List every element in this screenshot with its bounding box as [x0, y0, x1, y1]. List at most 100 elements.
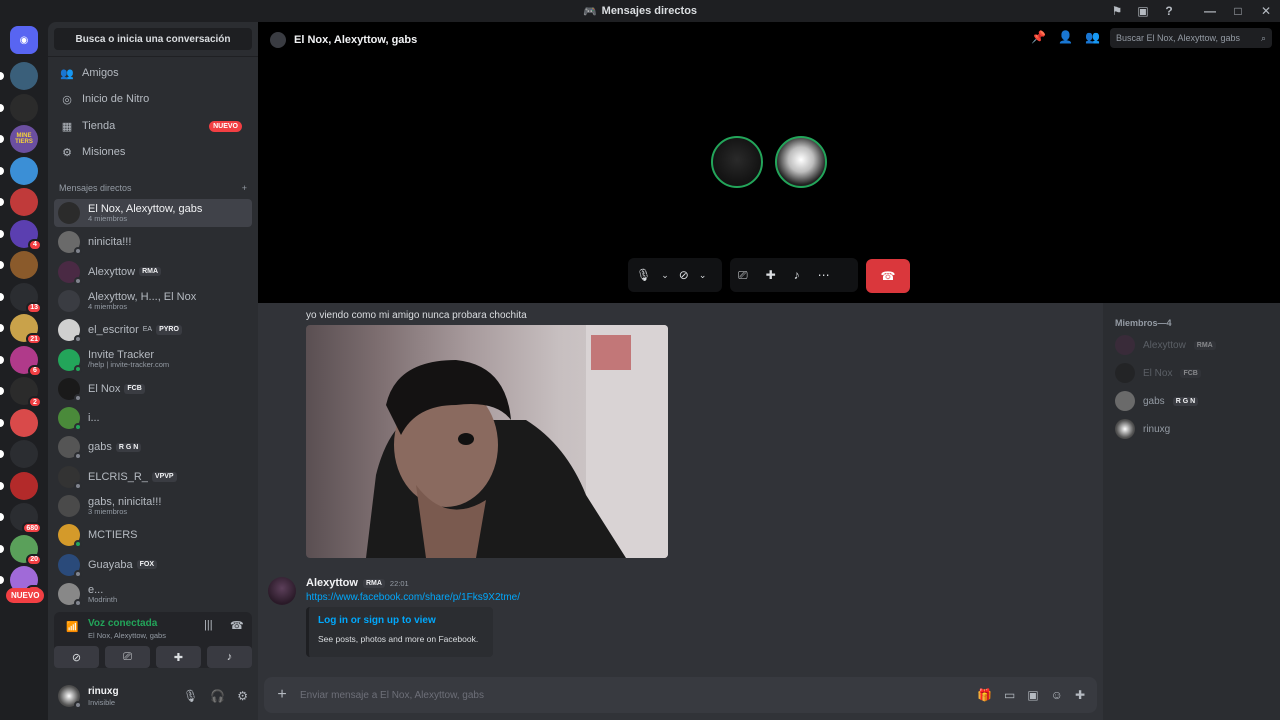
nav-shop[interactable]: ▦ Tienda NUEVO — [54, 114, 252, 138]
attach-icon[interactable]: + — [264, 686, 300, 704]
activities-icon[interactable]: ✚ — [766, 268, 776, 282]
member-item[interactable]: gabs R G N — [1115, 391, 1199, 411]
emoji-icon[interactable]: ☺ — [1051, 688, 1063, 702]
chevron-down-icon[interactable]: ⌄ — [661, 270, 669, 281]
dm-item[interactable]: ninicita!!! — [54, 228, 252, 256]
user-name[interactable]: rinuxg — [88, 686, 119, 698]
dm-item[interactable]: Invite Tracker/help | invite-tracker.com — [54, 346, 252, 374]
nav-nitro[interactable]: ◎ Inicio de Nitro — [54, 87, 252, 111]
unread-pill — [0, 135, 4, 143]
nav-friends[interactable]: 👥 Amigos — [54, 61, 252, 85]
camera-off-button[interactable]: ⊘ — [54, 646, 99, 668]
screen-share-button[interactable]: ⎚ — [105, 646, 150, 668]
disconnect-icon[interactable]: ☎ — [230, 619, 244, 632]
nav-quests[interactable]: ⚙ Misiones — [54, 140, 252, 164]
activities-button[interactable]: ✚ — [156, 646, 201, 668]
dm-item[interactable]: el_escritor EA PYRO — [54, 316, 252, 344]
flag-icon[interactable]: ⚑ — [1104, 4, 1130, 18]
member-item[interactable]: rinuxg — [1115, 419, 1170, 439]
dm-item[interactable]: Guayaba FOX — [54, 551, 252, 579]
gif-icon[interactable]: ▭ — [1004, 688, 1015, 702]
dm-item[interactable]: El Nox FCB — [54, 375, 252, 403]
dm-item[interactable]: i... — [54, 404, 252, 432]
apps-icon[interactable]: ✚ — [1075, 688, 1085, 702]
message-input[interactable]: Enviar mensaje a El Nox, Alexyttow, gabs — [300, 690, 484, 701]
settings-icon[interactable]: ⚙ — [237, 689, 248, 703]
more-icon[interactable]: ⋯ — [818, 268, 830, 282]
server-icon[interactable] — [0, 93, 38, 122]
server-icon[interactable] — [0, 408, 38, 437]
server-icon[interactable] — [0, 471, 38, 500]
server-icon[interactable]: 13 — [0, 282, 42, 314]
dm-item[interactable]: gabs R G N — [54, 433, 252, 461]
microphone-icon[interactable]: 🎙 — [183, 689, 198, 703]
help-icon[interactable]: ? — [1156, 4, 1182, 18]
headphones-icon[interactable]: 🎧 — [210, 689, 225, 703]
server-icon[interactable] — [0, 156, 38, 185]
server-icon[interactable]: 20 — [0, 534, 42, 566]
member-item[interactable]: El Nox FCB — [1115, 363, 1201, 383]
avatar — [58, 289, 80, 312]
add-dm-icon[interactable]: + — [242, 183, 247, 193]
dm-item[interactable]: El Nox, Alexyttow, gabs 4 miembros — [54, 199, 252, 227]
nitro-icon: ◎ — [62, 93, 72, 106]
hang-up-button[interactable]: ☎ — [866, 259, 910, 293]
inbox-icon[interactable]: ▣ — [1130, 4, 1156, 18]
server-icon[interactable]: 2 — [0, 377, 42, 408]
dm-name-text: El Nox — [88, 382, 121, 395]
server-icon[interactable] — [0, 440, 38, 468]
dm-item[interactable]: e... Modrinth — [54, 580, 252, 608]
screen-share-icon: ⎚ — [123, 650, 132, 663]
voice-channel[interactable]: El Nox, Alexyttow, gabs — [88, 631, 166, 640]
embed-title[interactable]: Log in or sign up to view — [318, 615, 436, 626]
server-icon[interactable]: MINE TIERS — [0, 125, 38, 153]
avatar[interactable] — [268, 577, 296, 605]
server-icon[interactable] — [0, 251, 38, 279]
add-member-icon[interactable]: 👤 — [1058, 30, 1073, 44]
link-embed: Log in or sign up to view See posts, pho… — [306, 607, 493, 657]
member-list-icon[interactable]: 👥 — [1085, 30, 1100, 44]
server-icon[interactable] — [0, 188, 38, 216]
voice-status[interactable]: Voz conectada — [88, 618, 157, 629]
call-participant-avatar[interactable] — [775, 136, 827, 188]
unread-pill — [0, 261, 4, 269]
noise-suppression-icon[interactable]: ||| — [204, 619, 213, 631]
search-conversation-button[interactable]: Busca o inicia una conversación — [54, 28, 252, 50]
sticker-icon[interactable]: ▣ — [1027, 688, 1038, 702]
server-icon[interactable]: 21 — [0, 314, 42, 345]
message-link[interactable]: https://www.facebook.com/share/p/1Fks9X2… — [306, 592, 520, 603]
microphone-icon[interactable]: 🎙 — [636, 268, 651, 282]
dm-name: Alexyttow RMA — [88, 266, 162, 278]
dm-item[interactable]: MCTIERS — [54, 521, 252, 549]
chevron-down-icon[interactable]: ⌄ — [699, 270, 707, 281]
gift-icon[interactable]: 🎁 — [977, 688, 992, 702]
screen-share-icon[interactable]: ⎚ — [738, 268, 748, 283]
member-name: El Nox — [1143, 367, 1173, 379]
attached-image[interactable] — [306, 325, 668, 558]
member-name: gabs — [1143, 395, 1165, 407]
home-button[interactable]: ◉ — [10, 26, 38, 54]
pin-icon[interactable]: 📌 — [1031, 30, 1046, 44]
unread-pill — [0, 355, 4, 364]
camera-off-icon[interactable]: ⊘ — [679, 268, 689, 282]
author-name[interactable]: Alexyttow — [306, 577, 358, 589]
server-icon[interactable] — [0, 62, 38, 90]
call-participant-avatar[interactable] — [711, 136, 763, 188]
soundboard-button[interactable]: ♪ — [207, 646, 252, 668]
soundboard-icon[interactable]: ♪ — [794, 268, 800, 282]
signal-icon[interactable]: 📶 — [66, 622, 78, 633]
maximize-button[interactable]: □ — [1224, 4, 1252, 18]
server-icon[interactable]: 680 — [0, 503, 42, 534]
server-icon[interactable]: 6 — [0, 345, 42, 377]
minimize-button[interactable]: — — [1196, 4, 1224, 18]
dm-item[interactable]: Alexyttow, H..., El Nox 4 miembros — [54, 287, 252, 315]
dm-item[interactable]: ELCRIS_R_ VPVP — [54, 463, 252, 491]
server-icon[interactable]: 4 — [0, 219, 42, 251]
rail-new-badge[interactable]: NUEVO — [6, 588, 45, 603]
dm-item[interactable]: gabs, ninicita!!! 3 miembros — [54, 492, 252, 520]
header-search-input[interactable]: Buscar El Nox, Alexyttow, gabs ⌕ — [1110, 28, 1272, 48]
member-item[interactable]: Alexyttow RMA — [1115, 335, 1216, 355]
dm-item[interactable]: Alexyttow RMA — [54, 258, 252, 286]
close-button[interactable]: ✕ — [1252, 4, 1280, 18]
avatar[interactable] — [58, 685, 82, 709]
